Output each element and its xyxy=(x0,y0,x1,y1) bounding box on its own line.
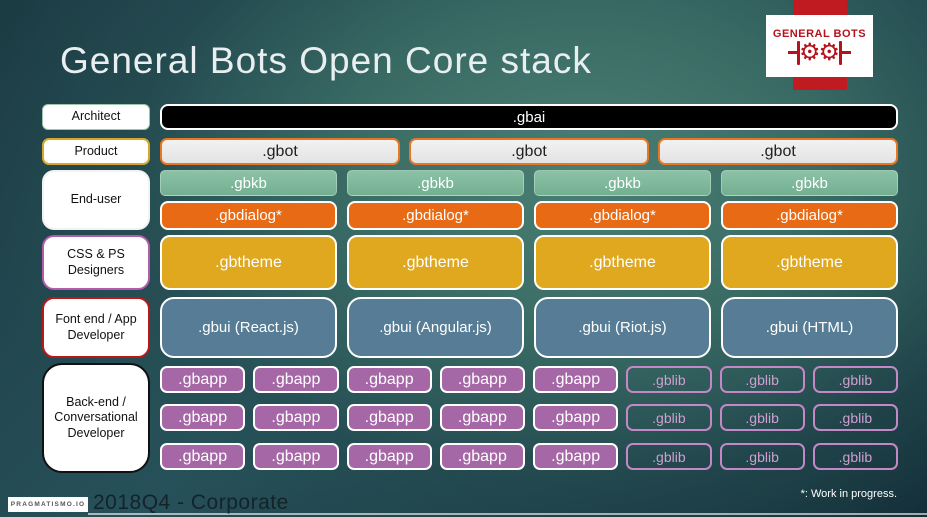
gbkb-box: .gbkb xyxy=(347,170,524,196)
footer-caption: 2018Q4 - Corporate xyxy=(93,491,289,514)
gbapp-box: .gbapp xyxy=(439,443,525,470)
gblib-box: .gblib xyxy=(626,404,712,431)
gbui-row: .gbui (React.js) .gbui (Angular.js) .gbu… xyxy=(160,297,898,358)
role-label-end-user: End-user xyxy=(42,170,150,230)
gbapp-box: .gbapp xyxy=(439,404,525,431)
gbapp-box: .gbapp xyxy=(533,366,619,393)
gblib-box: .gblib xyxy=(812,443,898,470)
gblib-box: .gblib xyxy=(719,443,805,470)
gbapp-box: .gbapp xyxy=(533,404,619,431)
gbui-html-box: .gbui (HTML) xyxy=(721,297,898,358)
gbapp-box: .gbapp xyxy=(160,443,246,470)
gblib-box: .gblib xyxy=(719,366,805,393)
gbapp-box: .gbapp xyxy=(253,443,339,470)
gbapp-box: .gbapp xyxy=(160,366,246,393)
gblib-box: .gblib xyxy=(812,404,898,431)
gbapp-box: .gbapp xyxy=(253,404,339,431)
gbapp-box: .gbapp xyxy=(160,404,246,431)
gbdialog-box: .gbdialog* xyxy=(347,201,524,230)
gbot-row: .gbot .gbot .gbot xyxy=(160,138,898,165)
gbkb-box: .gbkb xyxy=(721,170,898,196)
gbapp-box: .gbapp xyxy=(253,366,339,393)
gbdialog-box: .gbdialog* xyxy=(721,201,898,230)
gbai-box: .gbai xyxy=(160,104,898,130)
gears-icon: ⚙ ⚙ xyxy=(787,38,852,67)
role-label-backend-conversational-developer: Back-end / Conversational Developer xyxy=(42,363,150,473)
gbtheme-box: .gbtheme xyxy=(347,235,524,290)
page-title: General Bots Open Core stack xyxy=(60,40,592,81)
gblib-box: .gblib xyxy=(719,404,805,431)
gbot-box: .gbot xyxy=(160,138,400,165)
gbtheme-row: .gbtheme .gbtheme .gbtheme .gbtheme xyxy=(160,235,898,290)
gbkb-box: .gbkb xyxy=(160,170,337,196)
gbapp-box: .gbapp xyxy=(346,404,432,431)
role-label-architect: Architect xyxy=(42,104,150,130)
backend-grid-row: .gbapp .gbapp .gbapp .gbapp .gbapp .gbli… xyxy=(160,366,898,393)
gblib-box: .gblib xyxy=(626,443,712,470)
role-label-product: Product xyxy=(42,138,150,165)
gbui-react-box: .gbui (React.js) xyxy=(160,297,337,358)
gblib-box: .gblib xyxy=(626,366,712,393)
gbot-box: .gbot xyxy=(658,138,898,165)
general-bots-logo: GENERAL BOTS ⚙ ⚙ xyxy=(766,15,873,77)
gbapp-box: .gbapp xyxy=(346,443,432,470)
gbkb-row: .gbkb .gbkb .gbkb .gbkb xyxy=(160,170,898,196)
gbot-box: .gbot xyxy=(409,138,649,165)
gblib-box: .gblib xyxy=(812,366,898,393)
gbtheme-box: .gbtheme xyxy=(534,235,711,290)
gbui-riot-box: .gbui (Riot.js) xyxy=(534,297,711,358)
gbapp-box: .gbapp xyxy=(533,443,619,470)
gbapp-box: .gbapp xyxy=(346,366,432,393)
gbdialog-box: .gbdialog* xyxy=(160,201,337,230)
gbdialog-box: .gbdialog* xyxy=(534,201,711,230)
pragmatismo-logo: PRAGMATISMO.IO xyxy=(8,497,88,512)
gbapp-box: .gbapp xyxy=(439,366,525,393)
backend-grid-row: .gbapp .gbapp .gbapp .gbapp .gbapp .gbli… xyxy=(160,404,898,431)
gbdialog-row: .gbdialog* .gbdialog* .gbdialog* .gbdial… xyxy=(160,201,898,230)
gbtheme-box: .gbtheme xyxy=(160,235,337,290)
gbtheme-box: .gbtheme xyxy=(721,235,898,290)
backend-grid-row: .gbapp .gbapp .gbapp .gbapp .gbapp .gbli… xyxy=(160,443,898,470)
gear-icon: ⚙ xyxy=(818,38,841,67)
role-label-css-ps-designers: CSS & PS Designers xyxy=(42,235,150,290)
gbui-angular-box: .gbui (Angular.js) xyxy=(347,297,524,358)
slide: General Bots Open Core stack GENERAL BOT… xyxy=(0,0,927,517)
gear-axle-tick xyxy=(842,51,852,54)
gear-icon: ⚙ xyxy=(798,38,821,67)
role-label-frontend-app-developer: Font end / App Developer xyxy=(42,297,150,358)
work-in-progress-note: *: Work in progress. xyxy=(800,488,897,500)
gbkb-box: .gbkb xyxy=(534,170,711,196)
gbai-row: .gbai xyxy=(160,104,898,130)
gear-axle-tick xyxy=(787,51,797,54)
